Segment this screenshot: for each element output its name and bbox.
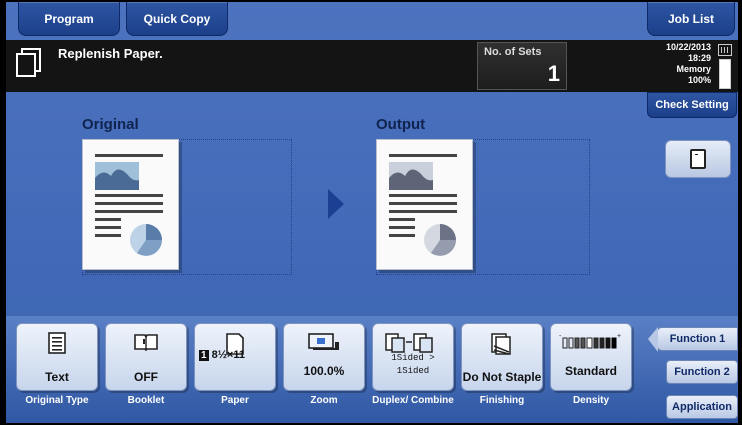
booklet-value: OFF [134,370,158,384]
tab-program[interactable]: Program [18,2,120,36]
document-illustration-icon [389,154,457,256]
number-of-sets-display: No. of Sets 1 [477,42,567,90]
booklet-button[interactable]: OFF [105,323,187,391]
memory-gauge [719,59,731,89]
sets-label: No. of Sets [484,46,542,58]
tab-quick-copy[interactable]: Quick Copy [126,2,228,36]
finishing-value: Do Not Staple [462,370,542,384]
duplex-combine-label: Duplex/ Combine [372,395,454,406]
original-page-preview [82,139,179,270]
density-label: Density [572,395,610,406]
svg-text:+: + [617,333,621,340]
memory-label: Memory [676,64,711,74]
staple-icon [491,333,511,355]
svg-text:-: - [559,333,562,340]
single-page-view-button[interactable] [665,140,731,178]
memory-value: 100% [687,75,711,85]
finishing-label: Finishing [479,395,525,406]
density-value: Standard [564,364,617,378]
tab-function-2[interactable]: Function 2 [666,360,738,384]
duplex-value: 1Sided > 1Sided [391,353,435,376]
date: 10/22/2013 [665,42,711,52]
tray-number: 1 [199,350,209,361]
paper-button[interactable]: 1 8½×11 [194,323,276,391]
booklet-label: Booklet [127,395,165,406]
finishing-button[interactable]: Do Not Staple [461,323,543,391]
zoom-label: Zoom [310,395,338,406]
right-arrow-icon [328,189,344,219]
copy-screen: Program Quick Copy Job List Replenish Pa… [6,2,738,423]
check-setting-button[interactable]: Check Setting [647,92,737,118]
page-icon [690,149,706,169]
paper-warning-icon [16,48,41,77]
time: 18:29 [687,53,711,63]
paper-label: Paper [221,395,249,406]
output-page-preview [376,139,473,270]
document-illustration-icon [95,154,163,256]
zoom-button[interactable]: 100.0% [283,323,365,391]
open-book-icon [134,334,158,352]
document-lines-icon [48,332,66,354]
density-scale-icon: - + [559,333,621,349]
tab-function-1[interactable]: Function 1 [648,327,738,352]
paper-value: 1 8½×11 [195,349,275,362]
zoom-scan-icon [308,333,339,350]
original-type-value: Text [45,370,69,384]
device-status-icon [718,44,732,56]
density-button[interactable]: - + Standard [550,323,632,391]
original-type-label: Original Type [25,395,89,406]
date-time-memory: 10/22/2013 18:29 Memory 100% [647,42,711,86]
original-title: Original [82,116,139,133]
job-list-button[interactable]: Job List [647,2,735,36]
tab-application[interactable]: Application [666,395,738,419]
duplex-combine-button[interactable]: 1Sided > 1Sided [372,323,454,391]
zoom-value: 100.0% [303,364,345,378]
original-type-button[interactable]: Text [16,323,98,391]
status-message: Replenish Paper. [58,46,163,61]
paper-size: 8½×11 [211,349,245,361]
sets-value: 1 [547,61,560,86]
output-title: Output [376,116,426,133]
duplex-icon [385,333,433,353]
